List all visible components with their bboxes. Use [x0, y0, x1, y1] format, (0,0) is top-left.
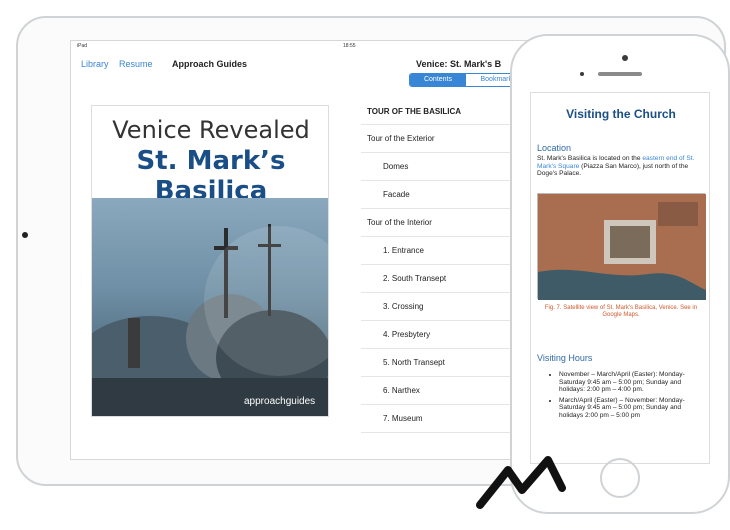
- home-button[interactable]: [600, 458, 640, 498]
- status-time: 18:55: [343, 43, 356, 49]
- toc-item-label: Domes: [383, 162, 409, 171]
- toc-item-label: 2. South Transept: [383, 274, 447, 283]
- toc-item-label: 4. Presbytery: [383, 330, 431, 339]
- caption-text: Fig. 7. Satellite view of St. Mark's Bas…: [544, 305, 698, 319]
- toc-item[interactable]: 3. Crossing: [361, 293, 521, 321]
- hours-item: November – March/April (Easter): Monday-…: [559, 371, 705, 394]
- location-text-1: St. Mark's Basilica is located on the: [537, 155, 643, 162]
- book-cover[interactable]: Venice Revealed St. Mark’s Basilica appr…: [91, 105, 329, 417]
- cover-subtitle: St. Mark’s Basilica: [136, 146, 286, 206]
- hours-heading: Visiting Hours: [537, 353, 593, 363]
- toc-item[interactable]: 7. Museum: [361, 405, 521, 433]
- iphone-camera: [622, 55, 628, 61]
- toc-item[interactable]: 4. Presbytery: [361, 321, 521, 349]
- toc-item-label: 1. Entrance: [383, 246, 424, 255]
- ipad-screen: iPad 18:55 Library Resume Approach Guide…: [70, 40, 530, 460]
- hours-list: November – March/April (Easter): Monday-…: [549, 371, 705, 422]
- toc-section-header: TOUR OF THE BASILICA: [361, 101, 521, 125]
- toc-item[interactable]: 2. South Transept: [361, 265, 521, 293]
- status-left: iPad: [77, 43, 88, 49]
- toc-item-label: 3. Crossing: [383, 302, 424, 311]
- library-link[interactable]: Library: [81, 59, 109, 69]
- satellite-shapes: [538, 194, 706, 300]
- iphone-screen: Visiting the Church Location St. Mark's …: [530, 92, 710, 464]
- app-title: Approach Guides: [172, 59, 248, 69]
- toc-item-label: Tour of the Exterior: [367, 134, 435, 143]
- toc-item[interactable]: Facade: [361, 181, 521, 209]
- tab-contents[interactable]: Contents: [410, 74, 466, 86]
- toc-section-title: TOUR OF THE BASILICA: [367, 107, 462, 116]
- doc-title: Venice: St. Mark's B: [416, 59, 502, 69]
- toc-item-label: 7. Museum: [383, 414, 423, 423]
- toc-item[interactable]: Tour of the Interior: [361, 209, 521, 237]
- ipad-status-bar: iPad 18:55: [71, 41, 529, 51]
- approachguides-logo: approachguides: [244, 396, 316, 407]
- toc-item[interactable]: 1. Entrance: [361, 237, 521, 265]
- ipad-camera: [22, 232, 28, 238]
- toc-list: TOUR OF THE BASILICA Tour of the Exterio…: [361, 101, 521, 441]
- toc-item[interactable]: Domes: [361, 153, 521, 181]
- toc-item[interactable]: 6. Narthex: [361, 377, 521, 405]
- hours-item: March/April (Easter) – November: Monday-…: [559, 397, 705, 420]
- iphone-sensor: [580, 72, 584, 76]
- satellite-image[interactable]: [537, 193, 706, 300]
- location-heading: Location: [537, 143, 572, 153]
- toc-item-label: 6. Narthex: [383, 386, 420, 395]
- iphone-speaker: [598, 72, 642, 76]
- toc-item-label: Tour of the Interior: [367, 218, 432, 227]
- toc-item[interactable]: 5. North Transept: [361, 349, 521, 377]
- figure-caption: Fig. 7. Satellite view of St. Mark's Bas…: [537, 305, 705, 319]
- cover-title: Venice Revealed: [112, 116, 310, 144]
- toc-item-label: Facade: [383, 190, 410, 199]
- resume-link[interactable]: Resume: [119, 59, 153, 69]
- page-title: Visiting the Church: [566, 107, 676, 121]
- toc-item-label: 5. North Transept: [383, 358, 445, 367]
- location-paragraph: St. Mark's Basilica is located on the ea…: [537, 155, 705, 178]
- toc-item[interactable]: Tour of the Exterior: [361, 125, 521, 153]
